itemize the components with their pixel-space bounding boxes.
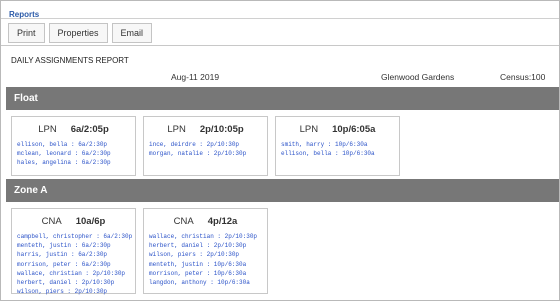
- report-window: Reports Print Properties Email DAILY ASS…: [0, 0, 560, 301]
- assignment-item: wilson, piers : 2p/10:30p: [149, 251, 240, 259]
- card-role: CNA: [173, 216, 194, 227]
- section-header-zone-a: Zone A: [6, 179, 559, 202]
- card-shift: 2p/10:05p: [199, 124, 244, 135]
- assignment-card: CNA 4p/12a wallace, christian : 2p/10:30…: [143, 208, 268, 294]
- card-role: CNA: [41, 216, 62, 227]
- page-title[interactable]: Reports: [9, 10, 39, 19]
- assignment-item: smith, harry : 10p/6:30a: [281, 141, 368, 148]
- assignment-list: smith, harry : 10p/6:30a ellison, bella …: [281, 140, 399, 158]
- assignment-item: wilson, piers : 2p/10:30p: [17, 288, 108, 296]
- assignment-item: ellison, bella : 6a/2:30p: [17, 141, 108, 148]
- assignment-item: ince, deirdre : 2p/10:30p: [149, 141, 240, 148]
- assignment-list: campbell, christopher : 6a/2:30p menteth…: [17, 232, 135, 296]
- assignment-item: menteth, justin : 6a/2:30p: [17, 242, 111, 250]
- toolbar-divider: [1, 45, 559, 46]
- assignment-item: ellison, bella : 10p/6:30a: [281, 150, 375, 158]
- card-role: LPN: [299, 124, 319, 135]
- assignment-list: ellison, bella : 6a/2:30p mclean, leonar…: [17, 140, 135, 168]
- card-shift: 4p/12a: [207, 216, 238, 227]
- assignment-item: harris, justin : 6a/2:30p: [17, 251, 108, 259]
- assignment-item: menteth, justin : 10p/6:30a: [149, 260, 247, 268]
- assignment-item: morrison, peter : 10p/6:30a: [149, 269, 247, 277]
- card-shift: 6a/2:05p: [70, 124, 109, 135]
- assignment-item: hales, angelina : 6a/2:30p: [17, 159, 111, 167]
- email-button[interactable]: Email: [111, 23, 153, 43]
- assignment-item: mclean, leonard : 6a/2:30p: [17, 150, 111, 158]
- assignment-card: LPN 6a/2:05p ellison, bella : 6a/2:30p m…: [11, 116, 136, 176]
- header-bar: Reports: [1, 1, 559, 19]
- assignment-list: ince, deirdre : 2p/10:30p morgan, natali…: [149, 140, 267, 158]
- card-shift: 10p/6:05a: [332, 124, 376, 135]
- assignment-card: LPN 10p/6:05a smith, harry : 10p/6:30a e…: [275, 116, 400, 176]
- report-date: Aug-11 2019: [171, 72, 220, 82]
- assignment-item: wallace, christian : 2p/10:30p: [149, 233, 258, 240]
- assignment-item: langdon, anthony : 10p/6:30a: [149, 279, 250, 287]
- toolbar: Print Properties Email: [8, 23, 153, 43]
- report-census: Census:100: [500, 72, 546, 82]
- assignment-card: CNA 10a/6p campbell, christopher : 6a/2:…: [11, 208, 136, 296]
- assignment-item: morgan, natalie : 2p/10:30p: [149, 150, 247, 158]
- card-shift: 10a/6p: [75, 216, 106, 227]
- assignment-item: herbert, daniel : 2p/10:30p: [17, 279, 115, 287]
- section-header-float: Float: [6, 87, 559, 110]
- report-title: DAILY ASSIGNMENTS REPORT: [11, 56, 129, 65]
- report-facility: Glenwood Gardens: [381, 72, 455, 82]
- card-role: LPN: [167, 124, 186, 135]
- card-role: LPN: [38, 124, 57, 135]
- assignment-list: wallace, christian : 2p/10:30p herbert, …: [149, 232, 267, 287]
- properties-button[interactable]: Properties: [48, 23, 108, 43]
- assignment-card: LPN 2p/10:05p ince, deirdre : 2p/10:30p …: [143, 116, 268, 176]
- assignment-item: herbert, daniel : 2p/10:30p: [149, 242, 247, 250]
- assignment-item: campbell, christopher : 6a/2:30p: [17, 233, 133, 240]
- assignment-item: morrison, peter : 6a/2:30p: [17, 260, 111, 268]
- print-button[interactable]: Print: [8, 23, 45, 43]
- assignment-item: wallace, christian : 2p/10:30p: [17, 269, 126, 277]
